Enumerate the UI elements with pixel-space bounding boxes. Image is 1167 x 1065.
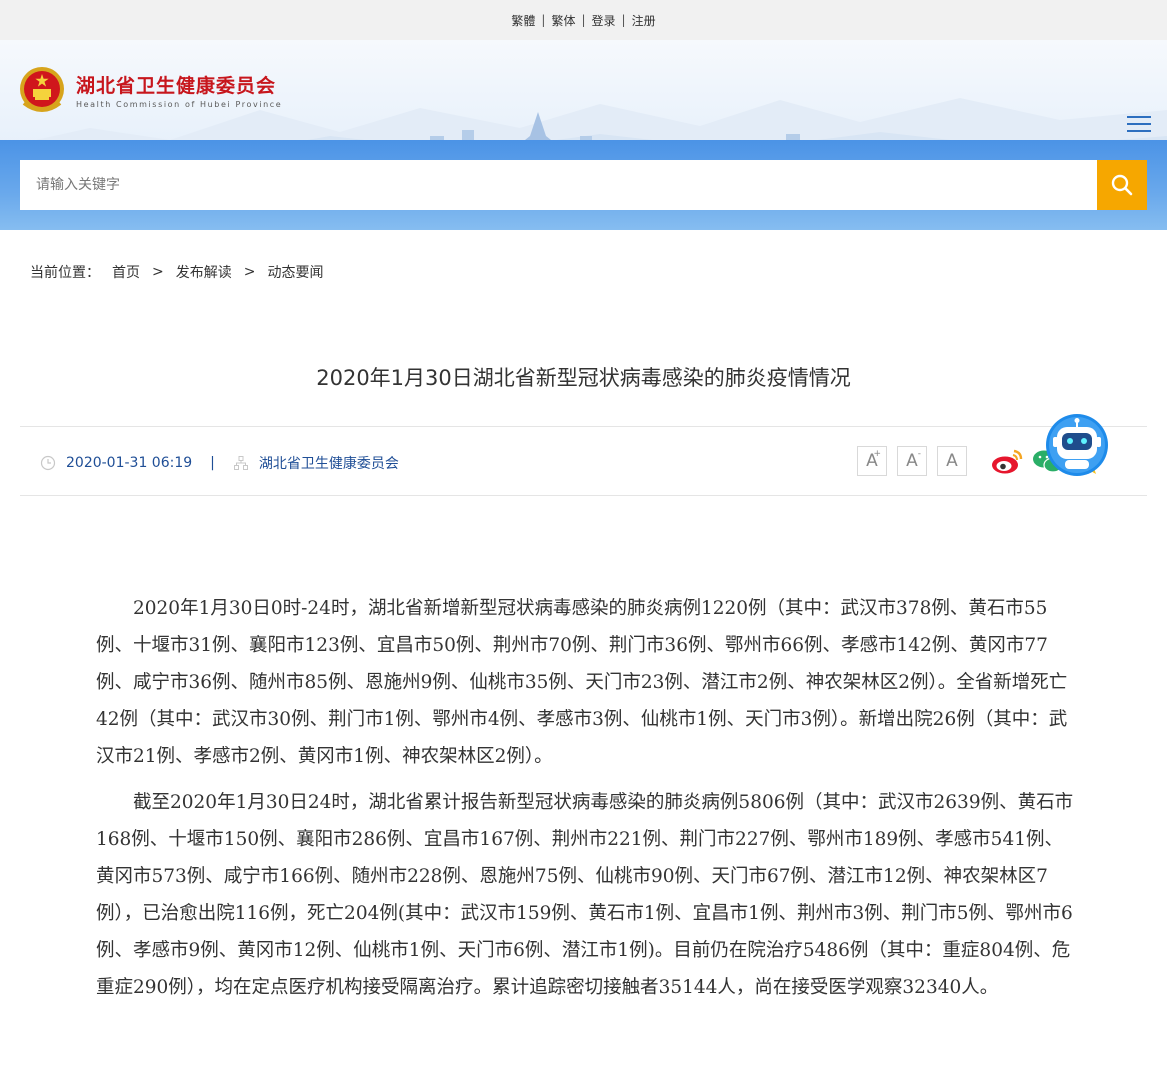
article-body: 2020年1月30日0时-24时，湖北省新增新型冠状病毒感染的肺炎病例1220例… (96, 590, 1076, 1015)
search-bar-area (0, 140, 1167, 230)
simplified-chinese-link[interactable]: 繁体 (551, 12, 575, 29)
breadcrumb-news[interactable]: 动态要闻 (267, 262, 323, 282)
weibo-icon[interactable] (990, 447, 1024, 475)
header-banner: 湖北省卫生健康委员会 Health Commission of Hubei Pr… (0, 40, 1167, 230)
search-icon (1111, 174, 1133, 196)
site-name: 湖北省卫生健康委员会 (76, 75, 277, 97)
meta-divider: | (210, 455, 215, 471)
article-source: 湖北省卫生健康委员会 (258, 456, 399, 472)
clock-icon (40, 455, 56, 471)
font-reset-label: A (946, 451, 958, 471)
breadcrumb-lead: 当前位置： (30, 265, 100, 281)
register-link[interactable]: 注册 (632, 12, 656, 29)
divider: | (621, 13, 626, 27)
article-paragraph: 截至2020年1月30日24时，湖北省累计报告新型冠状病毒感染的肺炎病例5806… (96, 792, 1074, 998)
breadcrumb-separator: > (243, 264, 256, 280)
login-link[interactable]: 登录 (592, 12, 616, 29)
publish-date: 2020-01-31 06:19 (66, 455, 193, 471)
article-meta-bar: 2020-01-31 06:19 | 湖北省卫生健康委员会 A + A- A (20, 426, 1147, 496)
breadcrumb-separator: > (152, 264, 164, 280)
site-logo[interactable]: 湖北省卫生健康委员会 Health Commission of Hubei Pr… (18, 65, 282, 115)
article-title: 2020年1月30日湖北省新型冠状病毒感染的肺炎疫情情况 (316, 366, 851, 390)
divider: | (541, 13, 546, 27)
organization-icon (233, 456, 248, 470)
traditional-chinese-link[interactable]: 繁體 (511, 12, 535, 29)
top-utility-bar: 繁體 | 繁体 | 登录 | 注册 (0, 0, 1167, 40)
divider: | (581, 13, 586, 27)
font-decrease-button[interactable]: A- (897, 446, 927, 476)
article-paragraph: 2020年1月30日0时-24时，湖北省新增新型冠状病毒感染的肺炎病例1220例… (96, 598, 1068, 767)
breadcrumb: 当前位置： 首页 > 发布解读 > 动态要闻 (30, 262, 323, 282)
font-increase-button[interactable]: A + (857, 446, 887, 476)
font-reset-button[interactable]: A (937, 446, 967, 476)
hamburger-icon[interactable] (1127, 116, 1151, 134)
national-emblem-icon (20, 67, 64, 112)
font-decrease-label: A (906, 451, 918, 471)
breadcrumb-home[interactable]: 首页 (112, 262, 140, 282)
robot-assistant-icon[interactable] (1045, 413, 1109, 477)
search-button[interactable] (1097, 160, 1147, 210)
site-name-english: Health Commission of Hubei Province (76, 100, 283, 109)
search-input[interactable] (20, 160, 1097, 210)
font-size-controls: A + A- A (857, 446, 977, 476)
breadcrumb-release-interpretation[interactable]: 发布解读 (176, 262, 232, 282)
